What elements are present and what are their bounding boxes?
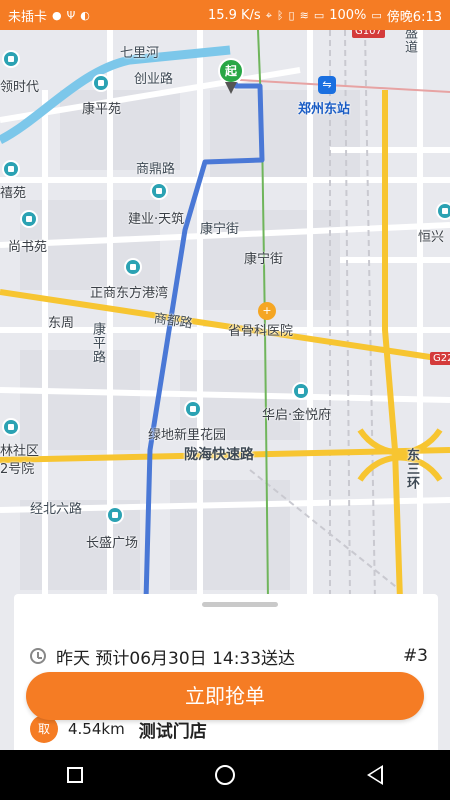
poi-icon[interactable] xyxy=(2,418,20,436)
label-kangning-street: 康宁街 xyxy=(200,222,240,237)
start-pin-label: 起 xyxy=(218,58,244,84)
label-dongzhou: 东周 xyxy=(48,316,75,331)
back-button[interactable] xyxy=(355,755,395,795)
battery-text: 100% xyxy=(329,7,367,23)
bluetooth-icon: ᛒ xyxy=(276,8,284,22)
sim-icon: ▭ xyxy=(313,8,325,22)
label-huaqi-jinyue: 华启·金悦府 xyxy=(262,408,332,423)
pickup-distance: 4.54km xyxy=(68,720,125,738)
label-lingdu-era: 领时代 xyxy=(0,80,40,95)
clock-text: 傍晚6:13 xyxy=(386,9,442,25)
poi-icon[interactable] xyxy=(2,50,20,68)
label-chuangye-road: 创业路 xyxy=(134,72,174,87)
label-top-right-road: 盛道 xyxy=(402,30,417,54)
metro-station-icon[interactable]: ⇋ xyxy=(318,76,336,94)
start-pin-tail xyxy=(225,82,237,94)
grab-order-button[interactable]: 立即抢单 xyxy=(26,672,424,720)
system-nav-bar xyxy=(0,750,450,800)
location-icon: ⌖ xyxy=(265,8,272,22)
store-name: 测试门店 xyxy=(138,721,207,742)
poi-icon[interactable] xyxy=(92,74,110,92)
person-icon: ● xyxy=(52,8,62,22)
label-kangping-yuan: 康平苑 xyxy=(82,102,122,117)
label-jianye-tianzhu: 建业·天筑 xyxy=(128,212,185,227)
label-jingbei-6-road: 经北六路 xyxy=(30,502,83,517)
vibrate-icon: ▯ xyxy=(288,8,295,22)
label-lvdi-xinli: 绿地新里花园 xyxy=(148,428,227,443)
network-speed: 15.9 K/s xyxy=(207,7,261,23)
status-left: 未插卡 ● Ψ ◐ xyxy=(8,6,90,25)
clock-icon xyxy=(30,648,46,664)
app-icon: ◐ xyxy=(80,8,90,22)
label-no2-yard: 2号院 xyxy=(0,462,35,477)
home-button[interactable] xyxy=(205,755,245,795)
label-zhengshang-dongfang: 正商东方港湾 xyxy=(90,286,169,301)
label-zhengzhou-east-station[interactable]: 郑州东站 xyxy=(298,98,350,117)
carrier-text: 未插卡 xyxy=(8,9,48,25)
hospital-icon[interactable]: + xyxy=(258,302,276,320)
poi-icon[interactable] xyxy=(292,382,310,400)
g220-shield: G22 xyxy=(430,352,450,365)
label-kangning-street-2: 康宁街 xyxy=(244,252,284,267)
label-hengxing: 恒兴 xyxy=(418,230,445,245)
map-view[interactable]: 起 ⇋ + G107 G22 七里河 创业路 领时代 康平苑 郑州东站 盛道 商… xyxy=(0,30,450,600)
square-icon xyxy=(67,767,83,783)
label-shenggu-hospital: 省骨科医院 xyxy=(228,324,294,339)
status-bar: 未插卡 ● Ψ ◐ 15.9 K/s ⌖ ᛒ ▯ ≋ ▭ 100% ▭ 傍晚6:… xyxy=(0,0,450,30)
label-changsheng-plaza: 长盛广场 xyxy=(86,536,139,551)
label-qilihe: 七里河 xyxy=(120,46,160,61)
poi-icon[interactable] xyxy=(2,160,20,178)
label-east-3rd-ring: 东三环 xyxy=(404,448,419,490)
label-kangping-road: 康平路 xyxy=(90,322,105,364)
label-shangshuyuan: 尚书苑 xyxy=(8,240,48,255)
panel-drag-handle[interactable] xyxy=(202,602,278,607)
wifi-icon: ≋ xyxy=(299,8,309,22)
g107-shield: G107 xyxy=(352,30,385,38)
poi-icon[interactable] xyxy=(20,210,38,228)
label-xiyuan: 禧苑 xyxy=(0,186,27,201)
order-time-row: 昨天 预计06月30日 14:33送达 #3 xyxy=(30,644,428,669)
order-number: #3 xyxy=(402,646,428,666)
label-lin-district: 林社区 xyxy=(0,444,40,459)
order-time-text: 昨天 预计06月30日 14:33送达 xyxy=(56,648,296,669)
recent-apps-button[interactable] xyxy=(55,755,95,795)
poi-icon[interactable] xyxy=(124,258,142,276)
start-pin[interactable]: 起 xyxy=(218,58,244,96)
label-longhai-expressway: 陇海快速路 xyxy=(184,447,254,463)
poi-icon[interactable] xyxy=(150,182,168,200)
poi-icon[interactable] xyxy=(184,400,202,418)
battery-icon: ▭ xyxy=(371,8,382,22)
poi-icon[interactable] xyxy=(436,202,450,220)
poi-icon[interactable] xyxy=(106,506,124,524)
triangle-back-icon xyxy=(367,765,383,785)
label-shangding-road: 商鼎路 xyxy=(136,162,176,177)
status-right: 15.9 K/s ⌖ ᛒ ▯ ≋ ▭ 100% ▭ 傍晚6:13 xyxy=(208,6,442,25)
usb-icon: Ψ xyxy=(66,8,76,22)
circle-icon xyxy=(215,765,235,785)
